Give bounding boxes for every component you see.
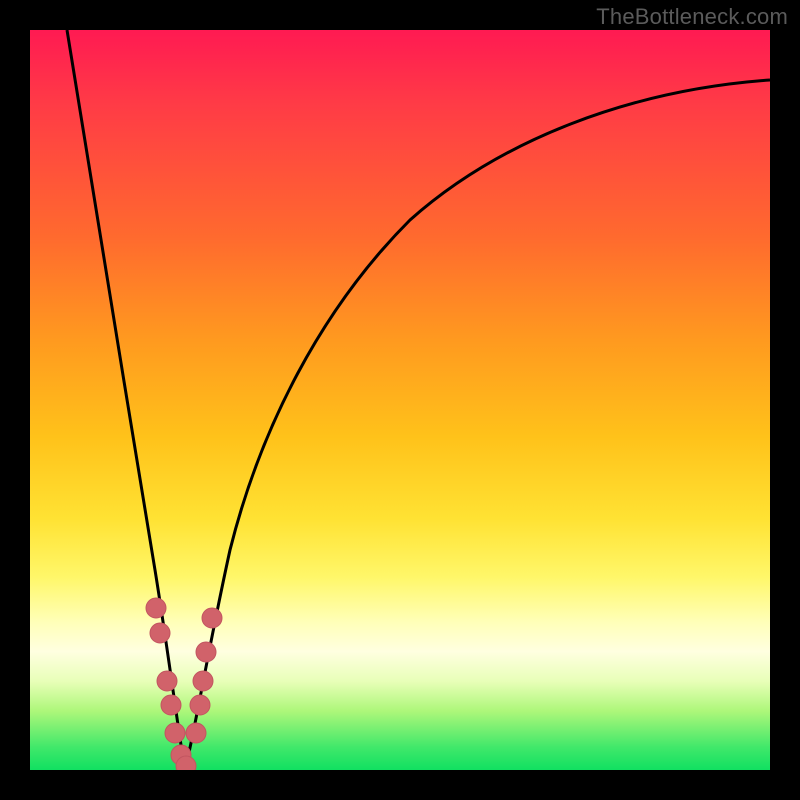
outer-black-frame: TheBottleneck.com	[0, 0, 800, 800]
chart-svg	[30, 30, 770, 770]
curve-right-branch	[185, 80, 770, 770]
plot-area	[30, 30, 770, 770]
watermark-text: TheBottleneck.com	[596, 4, 788, 30]
marker-cluster	[146, 598, 222, 770]
curve-left-branch	[67, 30, 185, 770]
